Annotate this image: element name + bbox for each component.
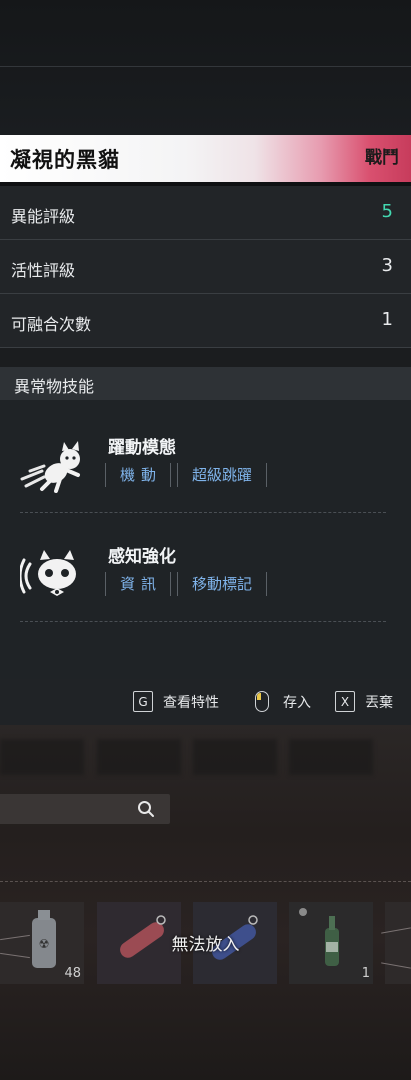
blurred-slot [0, 739, 84, 775]
stats-list: 異能評級 5 活性評級 3 可融合次數 1 [0, 186, 411, 348]
skill-item-sense-enhance[interactable]: 感知強化 資訊 移動標記 [0, 542, 411, 622]
item-count: 1 [361, 966, 370, 981]
stat-label: 可融合次數 [11, 315, 92, 334]
stat-value: 1 [381, 309, 393, 330]
sensing-cat-icon [18, 550, 88, 602]
skills-section-title: 異常物技能 [14, 377, 95, 396]
action-label: 存入 [283, 694, 311, 711]
stat-row-fusion-count: 可融合次數 1 [0, 294, 411, 348]
stat-row-activity-rating: 活性評級 3 [0, 240, 411, 294]
action-bar: G 查看特性 存入 X 丟棄 [0, 679, 411, 725]
search-icon[interactable] [137, 800, 155, 818]
skill-name: 躍動模態 [108, 438, 176, 458]
item-count: 48 [64, 966, 81, 981]
action-label: 查看特性 [163, 694, 219, 711]
store-button[interactable]: 存入 [255, 691, 311, 712]
skill-tag: 移動標記 [177, 572, 268, 596]
running-cat-icon [20, 441, 88, 493]
action-label: 丟棄 [365, 694, 393, 711]
key-g-icon: G [133, 691, 153, 712]
skill-tag: 超級跳躍 [177, 463, 268, 487]
item-type-badge: 戰鬥 [365, 148, 399, 168]
top-background [0, 0, 411, 135]
stat-row-ability-rating: 異能評級 5 [0, 186, 411, 240]
skills-panel: 異常物技能 躍動模態 機動 超級跳躍 感知強化 資訊 移動標記 [0, 367, 411, 679]
item-header: 凝視的黑貓 戰鬥 [0, 135, 411, 182]
skill-name: 感知強化 [108, 547, 176, 567]
skill-divider [20, 512, 386, 513]
stat-label: 異能評級 [11, 207, 76, 226]
item-name: 凝視的黑貓 [10, 148, 120, 172]
view-traits-button[interactable]: G 查看特性 [133, 691, 219, 712]
inventory-divider [0, 881, 411, 882]
blurred-slot [289, 739, 373, 775]
blurred-slot [97, 739, 181, 775]
skills-section-header: 異常物技能 [0, 367, 411, 400]
divider [0, 66, 411, 67]
stat-value: 5 [381, 201, 393, 222]
blurred-slot [193, 739, 277, 775]
skill-tags: 機動 超級跳躍 [105, 463, 268, 487]
skill-tag: 機動 [105, 463, 172, 487]
cannot-place-message: 無法放入 [171, 935, 240, 955]
skill-item-leap-mode[interactable]: 躍動模態 機動 超級跳躍 [0, 433, 411, 513]
skill-tags: 資訊 移動標記 [105, 572, 268, 596]
skill-divider [20, 621, 386, 622]
stat-value: 3 [381, 255, 393, 276]
skill-tag: 資訊 [105, 572, 172, 596]
stat-label: 活性評級 [11, 261, 76, 280]
discard-button[interactable]: X 丟棄 [335, 691, 393, 712]
key-x-icon: X [335, 691, 355, 712]
mouse-left-click-icon [255, 691, 269, 712]
